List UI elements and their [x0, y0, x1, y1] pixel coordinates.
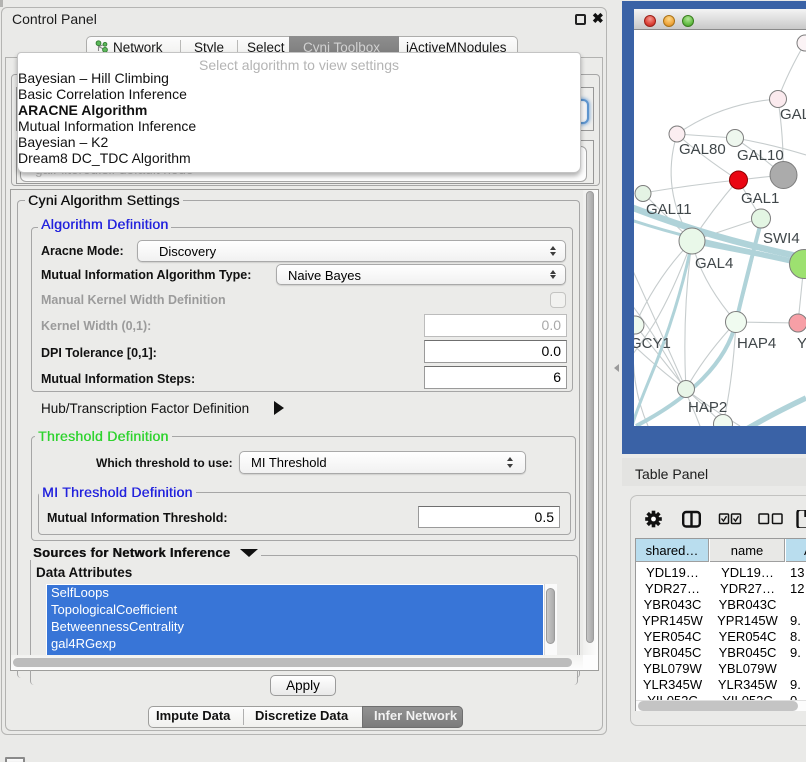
svg-text:GAL2: GAL2	[780, 106, 806, 123]
svg-text:GCY1: GCY1	[634, 335, 671, 352]
svg-text:GAL1: GAL1	[741, 190, 779, 207]
svg-text:HAP4: HAP4	[737, 335, 776, 352]
svg-text:HAP2: HAP2	[688, 399, 727, 416]
svg-text:SWI4: SWI4	[763, 230, 800, 247]
svg-text:GAL10: GAL10	[737, 147, 784, 164]
svg-text:GAL4: GAL4	[695, 255, 733, 272]
svg-text:YBR0: YBR0	[797, 335, 806, 352]
svg-text:GAL80: GAL80	[679, 141, 726, 158]
svg-text:GAL11: GAL11	[646, 201, 692, 218]
